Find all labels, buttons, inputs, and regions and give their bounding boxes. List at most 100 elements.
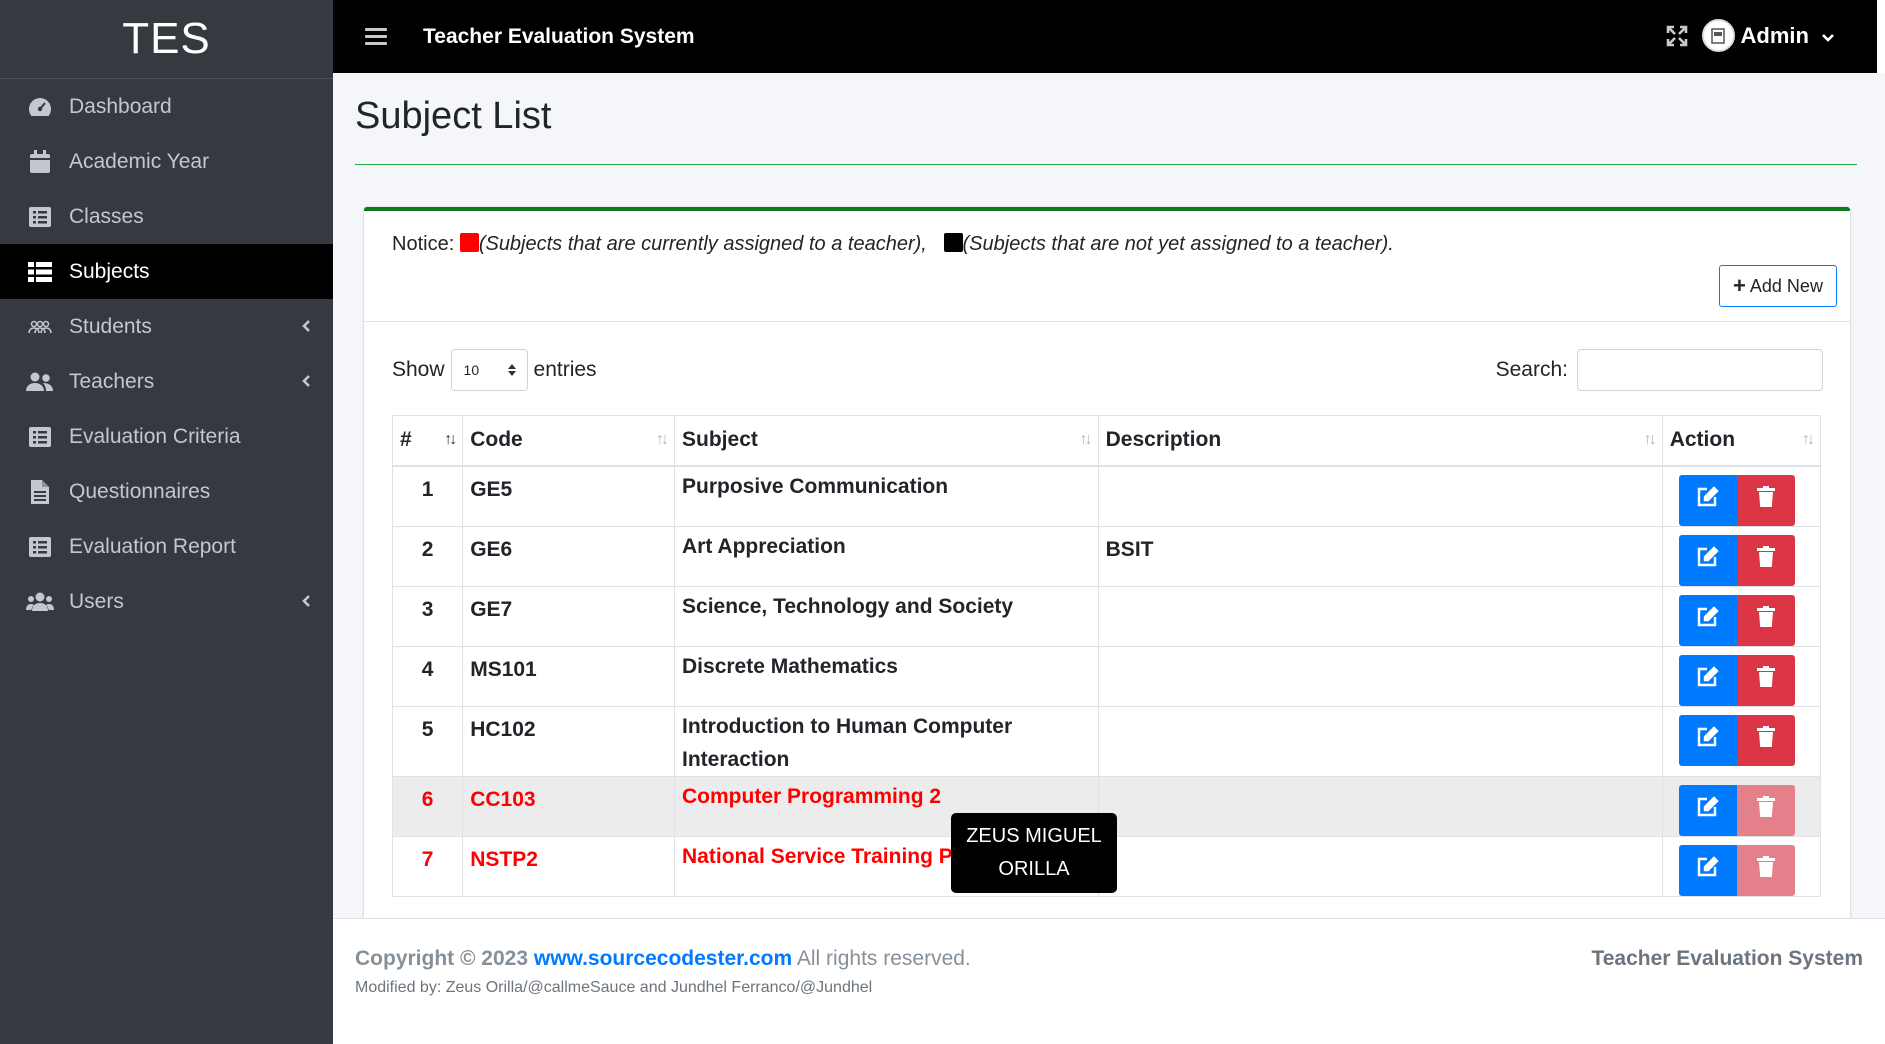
- edit-button[interactable]: [1678, 534, 1737, 586]
- footer-app-name: Teacher Evaluation System: [1591, 947, 1863, 970]
- cell-num: 6: [391, 775, 464, 837]
- cell-description: [1097, 835, 1663, 897]
- sidebar-item-teachers[interactable]: Teachers: [0, 354, 333, 409]
- show-label: Show: [392, 358, 445, 381]
- delete-button[interactable]: [1736, 594, 1795, 646]
- edit-icon: [1696, 796, 1720, 824]
- trash-icon: [1756, 606, 1775, 634]
- edit-button[interactable]: [1678, 594, 1737, 646]
- sidebar-item-questionnaires[interactable]: Questionnaires: [0, 464, 333, 519]
- trash-icon: [1756, 546, 1775, 574]
- column-header-num[interactable]: # ↑↓: [391, 415, 464, 467]
- cell-action: [1661, 835, 1822, 897]
- unassigned-color-swatch: [943, 233, 963, 252]
- trash-icon: [1756, 856, 1775, 884]
- delete-button[interactable]: [1736, 534, 1795, 586]
- trash-icon: [1756, 486, 1775, 514]
- sidebar-item-subjects[interactable]: Subjects: [0, 244, 333, 299]
- delete-button[interactable]: [1736, 474, 1795, 526]
- assigned-color-swatch: [459, 233, 479, 252]
- notice-unassigned-text: (Subjects that are not yet assigned to a…: [962, 233, 1394, 255]
- notice-assigned-text: (Subjects that are currently assigned to…: [478, 233, 927, 255]
- table-row: 2 GE6 Art Appreciation BSIT: [391, 525, 1822, 587]
- table-row: 5 HC102 Introduction to Human Computer Int…: [391, 705, 1822, 777]
- user-name: Admin: [1740, 22, 1809, 48]
- edit-button[interactable]: [1678, 844, 1737, 896]
- table-row: 4 MS101 Discrete Mathematics: [391, 645, 1822, 707]
- trash-icon: [1756, 726, 1775, 754]
- entries-label: entries: [533, 358, 597, 381]
- add-new-button[interactable]: + Add New: [1719, 265, 1837, 307]
- edit-button[interactable]: [1678, 784, 1737, 836]
- cell-description: [1097, 465, 1663, 527]
- sidebar-item-label: Academic Year: [69, 149, 210, 173]
- footer: Copyright © 2023 www.sourcecodester.com …: [333, 918, 1885, 1044]
- cell-description: [1097, 645, 1663, 707]
- cell-action: [1661, 585, 1822, 647]
- chevron-down-icon: [1821, 23, 1835, 49]
- user-menu[interactable]: Admin: [1701, 19, 1835, 52]
- column-header-description[interactable]: Description ↑↓: [1097, 415, 1663, 467]
- cell-subject: Discrete Mathematics: [674, 645, 1099, 707]
- footer-link[interactable]: www.sourcecodester.com: [534, 947, 792, 970]
- delete-button: [1736, 784, 1795, 836]
- brand-text: TES: [122, 14, 211, 63]
- rights-text: All rights reserved.: [796, 947, 971, 970]
- copyright-text: Copyright © 2023: [355, 947, 529, 970]
- search-label: Search:: [1495, 358, 1568, 381]
- sidebar-item-dashboard[interactable]: Dashboard: [0, 79, 333, 134]
- notice: Notice: (Subjects that are currently ass…: [392, 233, 1394, 256]
- column-header-code[interactable]: Code ↑↓: [462, 415, 676, 467]
- fullscreen-icon[interactable]: [1665, 24, 1689, 53]
- sidebar-item-evaluation-criteria[interactable]: Evaluation Criteria: [0, 409, 333, 464]
- edit-button[interactable]: [1678, 474, 1737, 526]
- cell-description: [1097, 775, 1663, 837]
- sidebar-item-label: Users: [69, 589, 124, 613]
- entries-select[interactable]: 10: [450, 349, 528, 391]
- select-arrows-icon: [507, 364, 516, 376]
- notice-label: Notice:: [392, 233, 455, 255]
- menu-toggle-icon[interactable]: [365, 24, 387, 49]
- column-header-action[interactable]: Action ↑↓: [1661, 415, 1822, 467]
- cell-description: BSIT: [1097, 525, 1663, 587]
- sidebar-item-label: Students: [69, 314, 152, 338]
- sidebar-item-users[interactable]: Users: [0, 574, 333, 629]
- cell-subject: Art Appreciation: [674, 525, 1099, 587]
- sidebar: TES Dashboard Academic Year Classes Subject…: [0, 0, 333, 1044]
- search-input[interactable]: [1577, 349, 1823, 391]
- cell-num: 3: [391, 585, 464, 647]
- brand-logo[interactable]: TES: [0, 0, 333, 79]
- topbar: Teacher Evaluation System Admin: [333, 0, 1885, 73]
- cell-code: HC102: [462, 705, 676, 777]
- trash-icon: [1756, 666, 1775, 694]
- cell-action: [1661, 645, 1822, 707]
- sort-icon: ↑↓: [656, 431, 669, 449]
- teacher-tooltip: ZEUS MIGUEL ORILLA: [951, 813, 1117, 893]
- column-header-subject[interactable]: Subject ↑↓: [674, 415, 1099, 467]
- list-alt-icon: [26, 425, 54, 449]
- chevron-left-icon: [301, 590, 311, 614]
- add-new-label: Add New: [1749, 275, 1823, 296]
- delete-button[interactable]: [1736, 654, 1795, 706]
- sidebar-item-classes[interactable]: Classes: [0, 189, 333, 244]
- delete-button: [1736, 844, 1795, 896]
- users-icon: [26, 590, 54, 614]
- sort-icon: ↑↓: [1802, 431, 1815, 449]
- edit-button[interactable]: [1678, 714, 1737, 766]
- length-control: Show 10 entries: [392, 349, 597, 391]
- table-row: 1 GE5 Purposive Communication: [391, 465, 1822, 527]
- sort-icon: ↑↓: [1643, 431, 1657, 449]
- file-alt-icon: [26, 479, 54, 504]
- tachometer-icon: [26, 95, 54, 119]
- sidebar-item-academic-year[interactable]: Academic Year: [0, 134, 333, 189]
- cell-description: [1097, 585, 1663, 647]
- edit-icon: [1696, 726, 1720, 754]
- main-content: Subject List Notice: (Subjects that are …: [333, 73, 1885, 927]
- edit-button[interactable]: [1678, 654, 1737, 706]
- delete-button[interactable]: [1736, 714, 1795, 766]
- sidebar-item-evaluation-report[interactable]: Evaluation Report: [0, 519, 333, 574]
- sidebar-item-students[interactable]: Students: [0, 299, 333, 354]
- cell-subject: Purposive Communication: [674, 465, 1099, 527]
- cell-code: NSTP2: [462, 835, 676, 897]
- copyright: Copyright © 2023 www.sourcecodester.com …: [355, 947, 971, 971]
